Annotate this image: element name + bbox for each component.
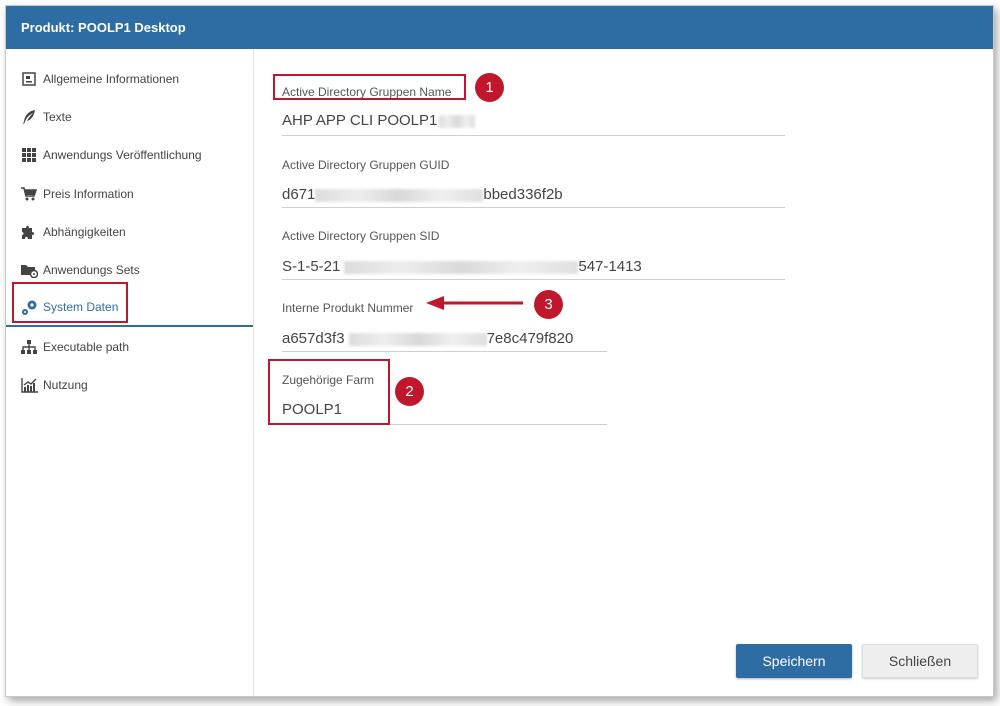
ad-guid-label: Active Directory Gruppen GUID (282, 158, 450, 172)
ad-guid-value[interactable]: d671 bbed336f2b (282, 186, 563, 203)
cart-icon (20, 185, 38, 203)
ad-sid-underline (282, 279, 785, 280)
annotation-badge-3: 3 (534, 290, 563, 319)
sidebar-item-label: Texte (43, 110, 72, 124)
system-data-panel: Active Directory Gruppen Name AHP APP CL… (254, 49, 993, 696)
sidebar-item-allgemeine-informationen[interactable]: Allgemeine Informationen (6, 60, 253, 98)
product-number-value[interactable]: a657d3f3 7e8c479f820 (282, 330, 573, 347)
ad-name-value[interactable]: AHP APP CLI POOLP1 (282, 112, 476, 129)
annotation-badge-2: 2 (395, 377, 424, 406)
sidebar-item-label: Nutzung (43, 378, 88, 392)
system-daten-highlight (12, 282, 128, 323)
puzzle-icon (20, 223, 38, 241)
sidebar-item-nutzung[interactable]: Nutzung (6, 366, 253, 404)
sidebar-item-label: Abhängigkeiten (43, 225, 126, 239)
redacted-text (315, 188, 484, 202)
save-button[interactable]: Speichern (736, 644, 852, 678)
feather-icon (20, 108, 38, 126)
ad-sid-value[interactable]: S-1-5-21 547-1413 (282, 258, 642, 275)
folder-gear-icon (20, 261, 38, 279)
sidebar-item-executable-path[interactable]: Executable path (6, 328, 253, 366)
document-icon (20, 70, 38, 88)
ad-name-highlight (273, 74, 466, 100)
annotation-arrow-icon (426, 296, 523, 310)
product-number-underline (282, 351, 607, 352)
product-dialog: Produkt: POOLP1 Desktop Allgemeine Infor… (5, 5, 994, 697)
sidebar-item-preis-information[interactable]: Preis Information (6, 175, 253, 213)
sidebar-item-label: Anwendungs Sets (43, 263, 140, 277)
ad-guid-underline (282, 207, 785, 208)
chart-icon (20, 376, 38, 394)
sidebar-item-abhaengigkeiten[interactable]: Abhängigkeiten (6, 213, 253, 251)
redacted-text (344, 260, 579, 274)
sidebar-item-texte[interactable]: Texte (6, 98, 253, 136)
farm-highlight (268, 359, 390, 425)
dialog-title: Produkt: POOLP1 Desktop (6, 6, 993, 49)
redacted-text (439, 114, 476, 128)
sidebar: Allgemeine Informationen Texte Anwendung… (6, 49, 254, 696)
ad-sid-label: Active Directory Gruppen SID (282, 229, 440, 243)
sidebar-item-label: Anwendungs Veröffentlichung (43, 148, 202, 162)
product-number-label: Interne Produkt Nummer (282, 301, 414, 315)
sidebar-item-label: Executable path (43, 340, 130, 354)
sidebar-item-label: Allgemeine Informationen (43, 72, 180, 86)
sitemap-icon (20, 338, 38, 356)
sidebar-item-label: Preis Information (43, 187, 134, 201)
grid-icon (20, 146, 38, 164)
annotation-badge-1: 1 (475, 73, 504, 102)
close-button[interactable]: Schließen (862, 644, 978, 678)
sidebar-item-anwendungs-veroeffentlichung[interactable]: Anwendungs Veröffentlichung (6, 136, 253, 174)
redacted-text (348, 332, 487, 346)
ad-name-underline (282, 135, 785, 136)
